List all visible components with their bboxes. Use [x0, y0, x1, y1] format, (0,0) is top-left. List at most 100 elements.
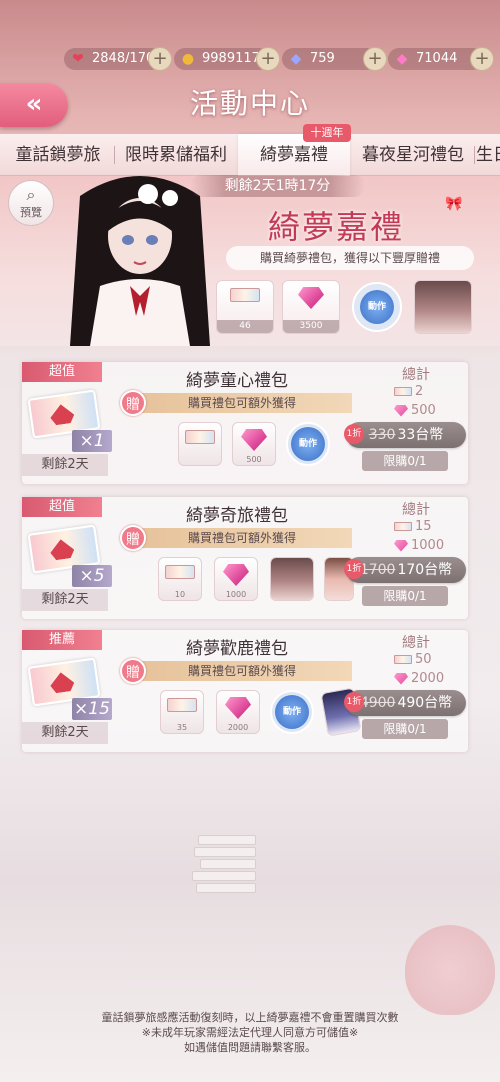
tab-bar: 童話鎖夢旅 限時累儲福利 綺夢嘉禮 暮夜星河禮包 生日: [0, 134, 500, 176]
preview-button[interactable]: ⌕ 預覽: [8, 180, 54, 226]
reward-action[interactable]: 動作: [352, 282, 402, 332]
pack-name: 綺夢歡鹿禮包: [186, 639, 288, 659]
gift-icon: 贈: [120, 658, 146, 684]
pack-tag: 推薦: [22, 630, 102, 650]
total-diamonds: 1000: [394, 538, 464, 553]
pack-multiplier: ×15: [72, 698, 112, 720]
buy-button[interactable]: 4900 490台幣: [346, 690, 466, 716]
pack-tag: 超值: [22, 362, 102, 382]
pink-diamond-icon: [394, 539, 408, 552]
anniversary-badge: 十週年: [303, 124, 351, 142]
pack-card: 推薦 ×15 剩餘2天 綺夢歡鹿禮包 贈 購買禮包可額外獲得 35 2000 動…: [22, 630, 468, 752]
character-illustration: [70, 176, 210, 346]
add-stamina-button[interactable]: +: [148, 47, 172, 71]
ticket-icon: [394, 655, 412, 664]
pack-tag: 超值: [22, 497, 102, 517]
pack-remaining: 剩餘2天: [22, 454, 108, 476]
portrait-icon: [415, 281, 471, 333]
pack-card: 超值 ×5 剩餘2天 綺夢奇旅禮包 贈 購買禮包可額外獲得 10 1000 總計…: [22, 497, 468, 619]
action-pose-icon: 動作: [291, 427, 325, 461]
ticket-icon: [167, 698, 197, 712]
item-diamond[interactable]: 500: [232, 422, 276, 466]
pink-diamond-icon: [394, 404, 408, 417]
pink-diamond-icon: [298, 287, 324, 309]
reward-ticket[interactable]: 46: [216, 280, 274, 334]
tab-limited-recharge[interactable]: 限時累儲福利: [118, 134, 234, 176]
pack-card: 超值 ×1 剩餘2天 綺夢童心禮包 贈 購買禮包可額外獲得 500 動作 總計 …: [22, 362, 468, 484]
item-ticket[interactable]: [178, 422, 222, 466]
reward-portrait[interactable]: [414, 280, 472, 334]
diamond-icon: ◆: [290, 51, 302, 67]
purchase-limit: 限購0/1: [362, 586, 448, 606]
gift-icon: 贈: [120, 390, 146, 416]
discount-badge: 1折: [344, 424, 364, 444]
tab-fairy-dream[interactable]: 童話鎖夢旅: [6, 134, 110, 176]
banner-subtitle: 購買綺夢禮包，獲得以下豐厚贈禮: [226, 246, 474, 270]
ticket-icon: [394, 387, 412, 396]
footer-notice: 童話鎖夢旅感應活動復刻時，以上綺夢嘉禮不會重置購買次數 ※未成年玩家需經法定代理…: [101, 1011, 399, 1054]
ticket-icon: [230, 288, 260, 302]
purchase-limit: 限購0/1: [362, 719, 448, 739]
item-diamond[interactable]: 2000: [216, 690, 260, 734]
pack-name: 綺夢奇旅禮包: [186, 506, 288, 526]
action-pose-icon: 動作: [360, 290, 394, 324]
buy-button[interactable]: 330 33台幣: [346, 422, 466, 448]
pack-ticket-image: ×1: [27, 389, 112, 452]
pink-diamond-icon: [241, 429, 267, 451]
total-tickets: 50: [394, 652, 464, 667]
item-diamond[interactable]: 1000: [214, 557, 258, 601]
resource-bar: ❤ 2848/170 + ● 99891176 + ◆ 759 + ◆ 7104…: [0, 40, 500, 80]
discount-badge: 1折: [344, 692, 364, 712]
add-diamond-button[interactable]: +: [363, 47, 387, 71]
tab-divider: [474, 146, 475, 164]
heart-icon: ❤: [72, 51, 84, 67]
countdown-timer: 剩餘2天1時17分: [190, 175, 365, 197]
gift-icon: 贈: [120, 525, 146, 551]
gift-bar: 購買禮包可額外獲得: [132, 528, 352, 548]
add-pink-diamond-button[interactable]: +: [470, 47, 494, 71]
item-portrait[interactable]: [270, 557, 314, 601]
magnifier-icon: ⌕: [26, 185, 36, 204]
page-title: 活動中心: [189, 87, 310, 120]
gift-bar: 購買禮包可額外獲得: [132, 661, 352, 681]
pack-multiplier: ×5: [72, 565, 112, 587]
ticket-icon: [165, 565, 195, 579]
coin-icon: ●: [181, 51, 195, 67]
ticket-icon: [185, 430, 215, 444]
purchase-limit: 限購0/1: [362, 451, 448, 471]
pack-remaining: 剩餘2天: [22, 589, 108, 611]
total-tickets: 2: [394, 384, 464, 399]
total-label: 總計: [402, 635, 430, 651]
tab-starry-night-pack[interactable]: 暮夜星河禮包: [354, 134, 472, 176]
buy-button[interactable]: 1700 170台幣: [346, 557, 466, 583]
tab-birthday[interactable]: 生日: [476, 134, 500, 176]
total-diamonds: 500: [394, 403, 464, 418]
pack-multiplier: ×1: [72, 430, 112, 452]
pack-ticket-image: ×15: [27, 657, 112, 720]
total-tickets: 15: [394, 519, 464, 534]
ticket-icon: [394, 522, 412, 531]
total-diamonds: 2000: [394, 671, 464, 686]
total-label: 總計: [402, 367, 430, 383]
item-ticket[interactable]: 35: [160, 690, 204, 734]
bow-icon: 🎀: [445, 196, 463, 212]
pink-diamond-icon: [225, 697, 251, 719]
heart-cushion-decoration: [405, 925, 495, 1015]
pack-ticket-image: ×5: [27, 524, 112, 587]
pink-diamond-icon: [394, 672, 408, 685]
item-ticket[interactable]: 10: [158, 557, 202, 601]
item-action[interactable]: 動作: [270, 690, 314, 734]
item-action[interactable]: 動作: [286, 422, 330, 466]
reward-diamond[interactable]: 3500: [282, 280, 340, 334]
pack-name: 綺夢童心禮包: [186, 371, 288, 391]
discount-badge: 1折: [344, 559, 364, 579]
gift-bar: 購買禮包可額外獲得: [132, 393, 352, 413]
pink-diamond-icon: ◆: [396, 51, 408, 67]
action-pose-icon: 動作: [275, 695, 309, 729]
portrait-icon: [271, 558, 313, 600]
add-coin-button[interactable]: +: [256, 47, 280, 71]
book-stack-decoration: [190, 825, 260, 905]
pack-remaining: 剩餘2天: [22, 722, 108, 744]
banner-title: 綺夢嘉禮: [268, 208, 405, 246]
total-label: 總計: [402, 502, 430, 518]
